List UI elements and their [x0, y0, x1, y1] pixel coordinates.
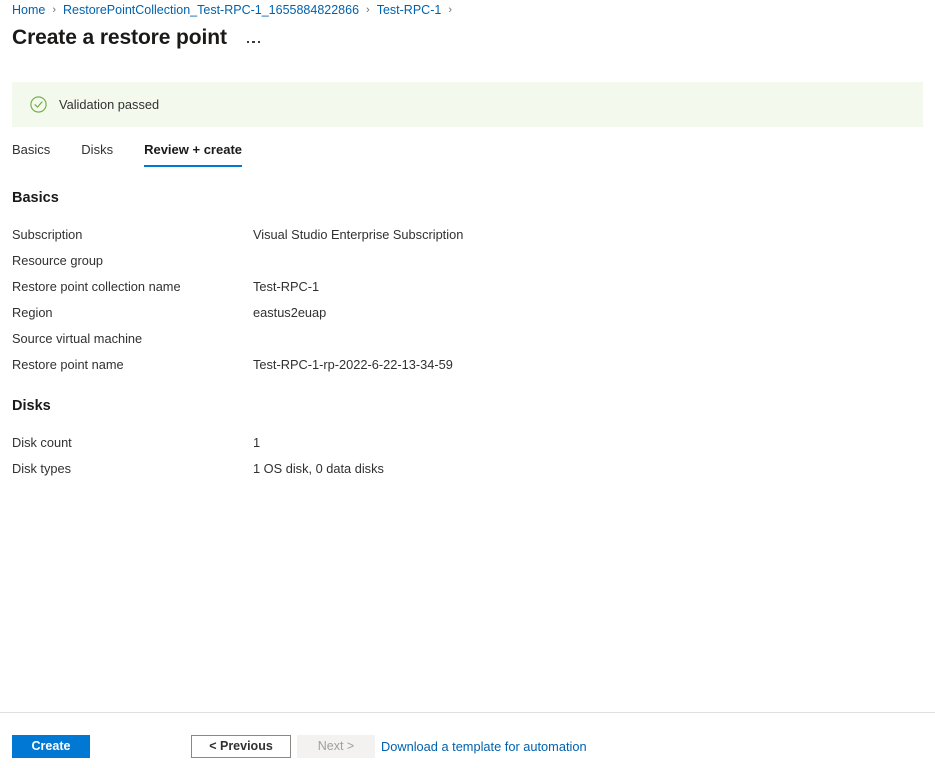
review-row-resource-group: Resource group — [12, 248, 712, 274]
review-row-disk-types: Disk types 1 OS disk, 0 data disks — [12, 456, 712, 482]
review-label: Disk types — [12, 461, 72, 476]
review-value: 1 OS disk, 0 data disks — [253, 461, 384, 476]
review-value: Visual Studio Enterprise Subscription — [253, 227, 464, 242]
wizard-tabs: Basics Disks Review + create — [12, 141, 273, 171]
tab-basics[interactable]: Basics — [12, 141, 50, 167]
section-heading-basics: Basics — [12, 190, 59, 206]
breadcrumb-separator-icon: › — [52, 4, 57, 16]
review-label: Restore point collection name — [12, 279, 181, 294]
tab-review-create[interactable]: Review + create — [144, 141, 242, 167]
create-restore-point-page: Home › RestorePointCollection_Test-RPC-1… — [0, 0, 935, 768]
review-row-subscription: Subscription Visual Studio Enterprise Su… — [12, 222, 712, 248]
page-header: Create a restore point — [12, 24, 262, 52]
validation-banner: Validation passed — [12, 82, 923, 127]
breadcrumb-item-test-rpc-1[interactable]: Test-RPC-1 — [377, 0, 442, 20]
review-row-restore-point-collection-name: Restore point collection name Test-RPC-1 — [12, 274, 712, 300]
validation-message: Validation passed — [59, 97, 160, 112]
review-row-disk-count: Disk count 1 — [12, 430, 712, 456]
section-disks: Disks Disk count 1 Disk types 1 OS disk,… — [12, 396, 712, 482]
footer-action-bar: Create < Previous Next > Download a temp… — [0, 713, 935, 768]
review-row-region: Region eastus2euap — [12, 300, 712, 326]
section-heading-disks: Disks — [12, 398, 51, 414]
review-label: Source virtual machine — [12, 331, 143, 346]
next-button: Next > — [297, 735, 375, 758]
ellipsis-dot — [252, 40, 255, 44]
ellipsis-dot — [246, 40, 250, 44]
review-row-source-virtual-machine: Source virtual machine — [12, 326, 712, 352]
section-basics: Basics Subscription Visual Studio Enterp… — [12, 188, 712, 378]
previous-button[interactable]: < Previous — [191, 735, 291, 758]
review-value: eastus2euap — [253, 305, 327, 320]
breadcrumb-item-home[interactable]: Home — [12, 0, 45, 20]
review-row-restore-point-name: Restore point name Test-RPC-1-rp-2022-6-… — [12, 352, 712, 378]
review-value: Test-RPC-1 — [253, 279, 320, 294]
review-value: 1 — [253, 435, 261, 450]
review-label: Region — [12, 305, 53, 320]
review-label: Restore point name — [12, 357, 124, 372]
breadcrumb-separator-icon: › — [448, 4, 452, 16]
check-circle-icon — [30, 96, 47, 113]
create-button[interactable]: Create — [12, 735, 90, 758]
breadcrumb: Home › RestorePointCollection_Test-RPC-1… — [12, 0, 459, 20]
review-value: Test-RPC-1-rp-2022-6-22-13-34-59 — [253, 357, 453, 372]
breadcrumb-item-restore-point-collection[interactable]: RestorePointCollection_Test-RPC-1_165588… — [63, 0, 359, 20]
page-title: Create a restore point — [12, 26, 227, 49]
ellipsis-dot — [257, 40, 261, 44]
review-label: Disk count — [12, 435, 72, 450]
review-label: Subscription — [12, 227, 83, 242]
tab-disks[interactable]: Disks — [81, 141, 113, 167]
download-template-link[interactable]: Download a template for automation — [381, 735, 587, 758]
more-options-icon[interactable] — [245, 39, 263, 46]
review-label: Resource group — [12, 253, 104, 268]
breadcrumb-separator-icon: › — [366, 4, 370, 16]
